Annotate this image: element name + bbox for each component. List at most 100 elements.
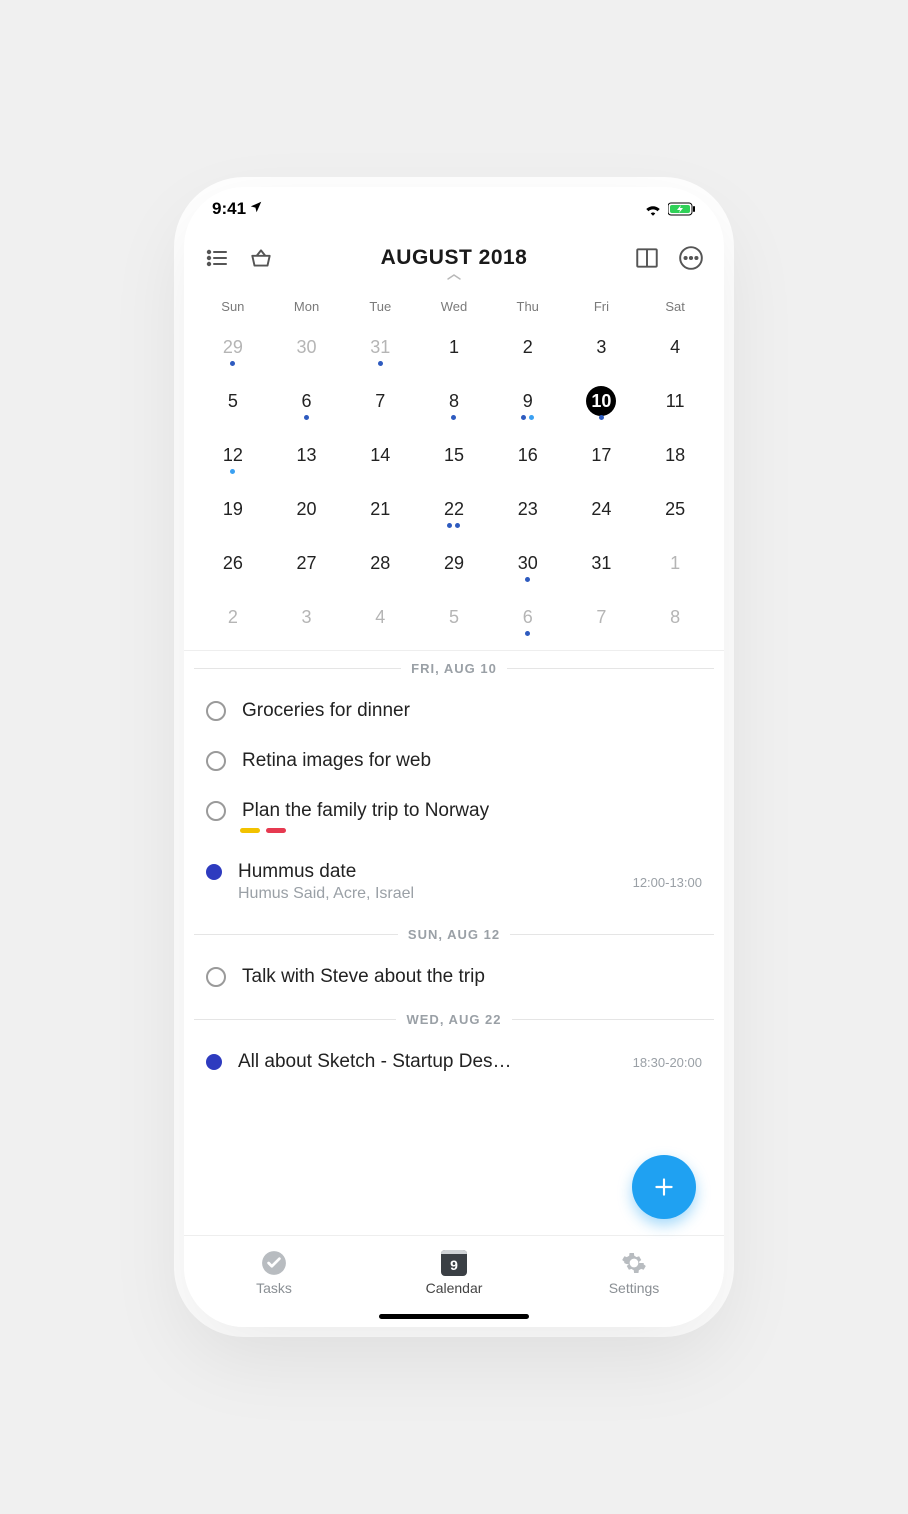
day-cell[interactable]: 31 — [343, 324, 417, 370]
day-cell[interactable]: 20 — [270, 486, 344, 532]
day-cell[interactable]: 6 — [491, 594, 565, 640]
day-cell[interactable]: 13 — [270, 432, 344, 478]
month-title[interactable]: AUGUST 2018 — [290, 246, 618, 270]
day-number: 15 — [439, 440, 469, 470]
tab-tasks-label: Tasks — [256, 1280, 292, 1296]
task-checkbox[interactable] — [206, 967, 226, 987]
day-cell[interactable]: 9 — [491, 378, 565, 424]
event-row[interactable]: Hummus dateHumus Said, Acre, Israel12:00… — [184, 847, 724, 917]
weekday-label: Wed — [417, 299, 491, 314]
day-number: 5 — [218, 386, 248, 416]
item-subtitle: Humus Said, Acre, Israel — [238, 885, 617, 903]
battery-icon — [668, 202, 696, 216]
day-cell[interactable]: 8 — [638, 594, 712, 640]
task-row[interactable]: Retina images for web — [184, 736, 724, 786]
agenda-section-header: SUN, AUG 12 — [184, 917, 724, 952]
day-cell[interactable]: 24 — [565, 486, 639, 532]
task-row[interactable]: Plan the family trip to Norway — [184, 786, 724, 847]
day-cell[interactable]: 27 — [270, 540, 344, 586]
agenda-list[interactable]: FRI, AUG 10Groceries for dinnerRetina im… — [184, 650, 724, 1327]
event-dots — [525, 577, 530, 582]
task-checkbox[interactable] — [206, 801, 226, 821]
day-cell[interactable]: 30 — [491, 540, 565, 586]
day-cell[interactable]: 16 — [491, 432, 565, 478]
day-cell[interactable]: 7 — [343, 378, 417, 424]
day-number: 14 — [365, 440, 395, 470]
day-number: 12 — [218, 440, 248, 470]
event-dots — [230, 361, 235, 366]
day-cell[interactable]: 5 — [196, 378, 270, 424]
day-number: 7 — [365, 386, 395, 416]
day-cell[interactable]: 6 — [270, 378, 344, 424]
day-cell[interactable]: 26 — [196, 540, 270, 586]
day-cell[interactable]: 31 — [565, 540, 639, 586]
phone-frame: 9:41 — [184, 187, 724, 1327]
day-number: 2 — [513, 332, 543, 362]
check-circle-icon — [261, 1250, 287, 1276]
day-cell[interactable]: 25 — [638, 486, 712, 532]
event-dots — [230, 469, 235, 474]
day-number: 16 — [513, 440, 543, 470]
day-cell[interactable]: 4 — [343, 594, 417, 640]
day-number: 18 — [660, 440, 690, 470]
task-checkbox[interactable] — [206, 751, 226, 771]
day-cell[interactable]: 18 — [638, 432, 712, 478]
day-cell[interactable]: 8 — [417, 378, 491, 424]
day-cell[interactable]: 21 — [343, 486, 417, 532]
day-number: 31 — [586, 548, 616, 578]
day-cell[interactable]: 14 — [343, 432, 417, 478]
day-cell[interactable]: 7 — [565, 594, 639, 640]
day-cell[interactable]: 28 — [343, 540, 417, 586]
day-number: 1 — [439, 332, 469, 362]
day-number: 6 — [292, 386, 322, 416]
event-dots — [521, 415, 534, 420]
day-number: 13 — [292, 440, 322, 470]
day-number: 30 — [292, 332, 322, 362]
day-cell[interactable]: 2 — [491, 324, 565, 370]
day-cell[interactable]: 15 — [417, 432, 491, 478]
day-cell[interactable]: 19 — [196, 486, 270, 532]
tab-settings-label: Settings — [609, 1280, 660, 1296]
event-dots — [447, 523, 460, 528]
location-icon — [249, 199, 263, 219]
event-dots — [378, 361, 383, 366]
day-cell[interactable]: 3 — [270, 594, 344, 640]
day-cell[interactable]: 29 — [417, 540, 491, 586]
weekday-label: Mon — [270, 299, 344, 314]
book-icon[interactable] — [632, 243, 662, 273]
tab-calendar[interactable]: 9 Calendar — [364, 1236, 544, 1309]
day-number: 25 — [660, 494, 690, 524]
task-row[interactable]: Talk with Steve about the trip — [184, 952, 724, 1002]
day-cell[interactable]: 4 — [638, 324, 712, 370]
agenda-section-header: FRI, AUG 10 — [184, 651, 724, 686]
day-number: 3 — [586, 332, 616, 362]
day-cell[interactable]: 11 — [638, 378, 712, 424]
day-cell[interactable]: 23 — [491, 486, 565, 532]
list-icon[interactable] — [202, 243, 232, 273]
day-cell[interactable]: 17 — [565, 432, 639, 478]
day-number: 26 — [218, 548, 248, 578]
tab-tasks[interactable]: Tasks — [184, 1236, 364, 1309]
day-cell[interactable]: 10 — [565, 378, 639, 424]
day-number: 17 — [586, 440, 616, 470]
event-row[interactable]: All about Sketch - Startup Des…18:30-20:… — [184, 1037, 724, 1087]
day-number: 29 — [439, 548, 469, 578]
task-checkbox[interactable] — [206, 701, 226, 721]
day-cell[interactable]: 29 — [196, 324, 270, 370]
task-row[interactable]: Groceries for dinner — [184, 686, 724, 736]
basket-icon[interactable] — [246, 243, 276, 273]
day-cell[interactable]: 2 — [196, 594, 270, 640]
day-cell[interactable]: 12 — [196, 432, 270, 478]
more-icon[interactable] — [676, 243, 706, 273]
day-cell[interactable]: 30 — [270, 324, 344, 370]
day-cell[interactable]: 1 — [638, 540, 712, 586]
add-button[interactable] — [632, 1155, 696, 1219]
day-number: 10 — [586, 386, 616, 416]
day-cell[interactable]: 3 — [565, 324, 639, 370]
calendar-icon: 9 — [441, 1250, 467, 1276]
day-cell[interactable]: 5 — [417, 594, 491, 640]
tab-settings[interactable]: Settings — [544, 1236, 724, 1309]
home-indicator[interactable] — [379, 1314, 529, 1319]
day-cell[interactable]: 1 — [417, 324, 491, 370]
day-cell[interactable]: 22 — [417, 486, 491, 532]
